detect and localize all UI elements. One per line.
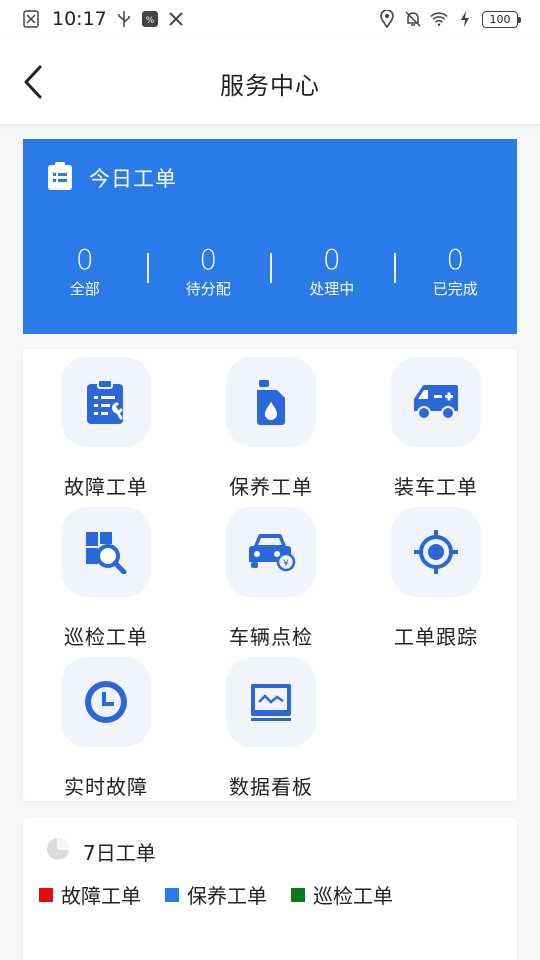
- weekly-orders-title: 7日工单: [83, 840, 156, 865]
- inspect-magnifier-icon: [61, 507, 151, 597]
- grid-item-label: 车辆点检: [229, 625, 313, 649]
- today-stats: 0 全部 0 待分配 0 处理中 0 已完成: [23, 243, 517, 299]
- svg-text:%: %: [145, 16, 154, 26]
- legend-item-fault[interactable]: 故障工单: [39, 880, 141, 909]
- grid-item-label: 故障工单: [64, 475, 148, 499]
- grid-item-order-tracking[interactable]: 工单跟踪: [366, 507, 506, 649]
- legend-label: 故障工单: [61, 884, 141, 908]
- function-grid: 故障工单 保养工单 装车工单 巡检工单 ¥ 车辆点检 工单跟踪 实时故障 数据看…: [23, 349, 517, 801]
- status-time: 10:17: [52, 8, 107, 30]
- charging-icon: [456, 10, 474, 28]
- tools-icon: [167, 10, 185, 28]
- chart-board-icon: [226, 657, 316, 747]
- legend-label: 巡检工单: [313, 884, 393, 908]
- truck-plus-icon: [391, 357, 481, 447]
- grid-item-fault-orders[interactable]: 故障工单: [36, 357, 176, 499]
- grid-item-label: 保养工单: [229, 475, 313, 499]
- app-header: 服务中心: [0, 38, 540, 124]
- today-orders-header: 今日工单: [45, 161, 177, 195]
- grid-item-realtime-faults[interactable]: 实时故障: [36, 657, 176, 799]
- stat-label: 已完成: [432, 280, 478, 298]
- no-sim-icon: [22, 10, 40, 28]
- page-title: 服务中心: [220, 72, 320, 100]
- stat-completed[interactable]: 0 已完成: [393, 243, 518, 299]
- clock-icon: [61, 657, 151, 747]
- target-icon: [391, 507, 481, 597]
- grid-item-loading-orders[interactable]: 装车工单: [366, 357, 506, 499]
- status-bar-right: 100: [378, 10, 521, 28]
- grid-item-label: 工单跟踪: [394, 625, 478, 649]
- legend-item-maintenance[interactable]: 保养工单: [165, 880, 267, 909]
- location-icon: [378, 10, 396, 28]
- pie-chart-icon: [45, 836, 71, 866]
- grid-item-label: 装车工单: [394, 475, 478, 499]
- mute-bell-icon: [404, 10, 422, 28]
- grid-item-vehicle-check[interactable]: ¥ 车辆点检: [201, 507, 341, 649]
- usb-icon: [115, 10, 133, 28]
- today-orders-card: 今日工单 0 全部 0 待分配 0 处理中 0 已完成: [23, 139, 517, 334]
- svg-text:¥: ¥: [283, 559, 289, 569]
- status-bar-left: 10:17 %: [22, 8, 185, 30]
- stat-label: 处理中: [309, 280, 355, 298]
- battery-indicator: 100: [482, 10, 521, 28]
- grid-item-data-dashboard[interactable]: 数据看板: [201, 657, 341, 799]
- legend-swatch: [39, 887, 53, 902]
- weekly-orders-header: 7日工单: [45, 836, 156, 866]
- app-notification-icon: %: [141, 10, 159, 28]
- stat-all[interactable]: 0 全部: [23, 243, 147, 299]
- stat-label: 待分配: [185, 280, 231, 298]
- clipboard-wrench-icon: [61, 357, 151, 447]
- legend-swatch: [291, 887, 305, 902]
- status-bar: 10:17 % 100: [0, 0, 540, 38]
- legend-label: 保养工单: [187, 884, 267, 908]
- car-check-icon: ¥: [226, 507, 316, 597]
- grid-item-label: 数据看板: [229, 775, 313, 799]
- wifi-icon: [430, 10, 448, 28]
- grid-item-label: 巡检工单: [64, 625, 148, 649]
- stat-processing[interactable]: 0 处理中: [270, 243, 394, 299]
- weekly-orders-card: 7日工单 故障工单 保养工单 巡检工单: [23, 818, 517, 960]
- grid-item-inspection-orders[interactable]: 巡检工单: [36, 507, 176, 649]
- stat-value: 0: [75, 243, 94, 276]
- stat-value: 0: [322, 243, 341, 276]
- today-orders-title: 今日工单: [89, 167, 177, 191]
- legend-item-inspection[interactable]: 巡检工单: [291, 880, 393, 909]
- grid-item-label: 实时故障: [64, 775, 148, 799]
- oil-can-icon: [226, 357, 316, 447]
- clipboard-list-icon: [45, 161, 75, 195]
- stat-value: 0: [199, 243, 218, 276]
- stat-value: 0: [446, 243, 465, 276]
- stat-label: 全部: [69, 280, 100, 298]
- grid-item-maintenance-orders[interactable]: 保养工单: [201, 357, 341, 499]
- legend-swatch: [165, 887, 179, 902]
- chart-legend: 故障工单 保养工单 巡检工单: [39, 880, 393, 909]
- stat-unassigned[interactable]: 0 待分配: [146, 243, 271, 299]
